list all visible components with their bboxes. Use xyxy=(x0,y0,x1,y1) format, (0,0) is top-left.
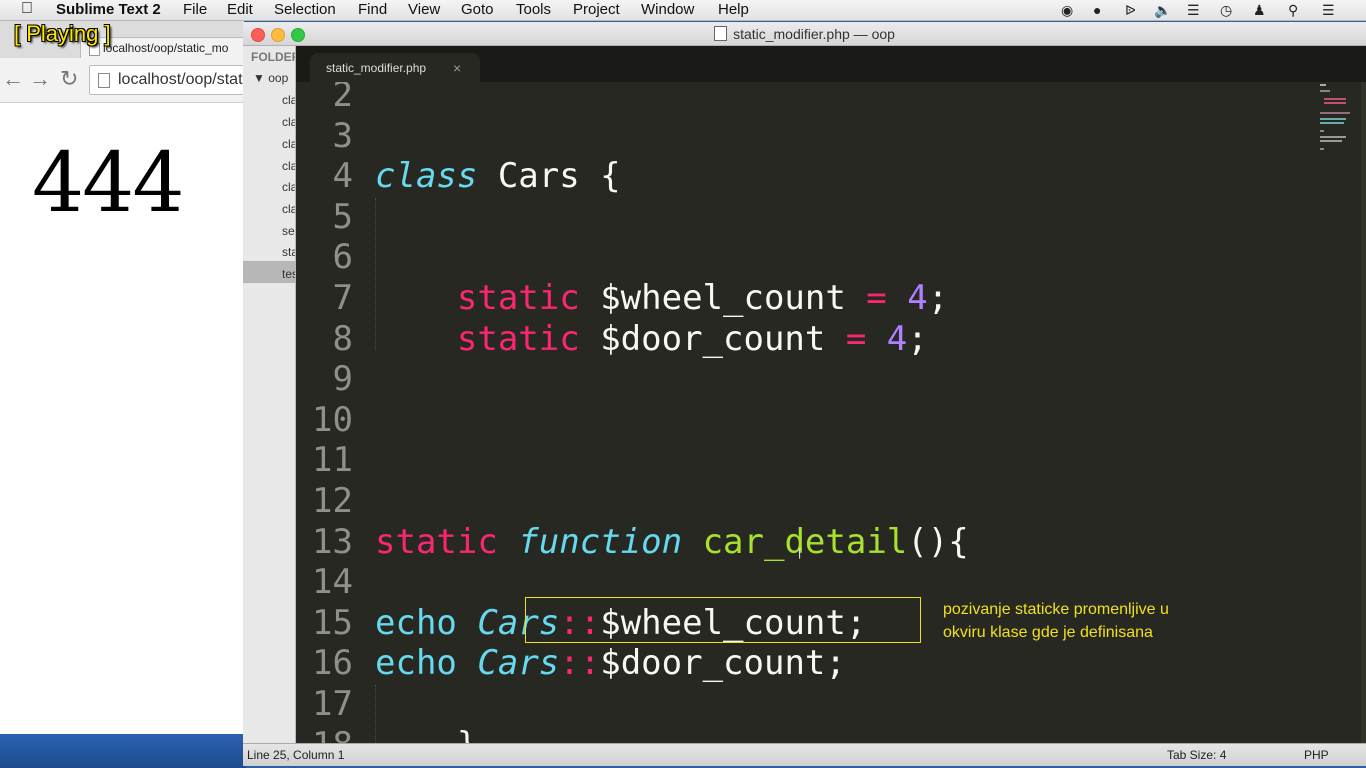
line-number: 7 xyxy=(332,278,353,318)
code-text: class Cars { xyxy=(375,156,621,197)
chat-icon[interactable]: ● xyxy=(1093,2,1101,18)
line-number: 17 xyxy=(312,684,353,724)
line-number: 4 xyxy=(332,156,353,197)
line-number: 2 xyxy=(332,82,353,115)
sidebar-file-item[interactable]: cla xyxy=(282,180,295,194)
browser-toolbar: ← → ↻ localhost/oop/stati xyxy=(0,58,289,103)
indent-guide xyxy=(375,685,376,743)
line-number: 13 xyxy=(312,521,353,562)
desktop-background xyxy=(0,734,246,768)
sidebar-folder-root[interactable]: ▼ oop xyxy=(253,71,288,85)
syntax-selector[interactable]: PHP xyxy=(1304,744,1329,766)
editor-scrollbar[interactable] xyxy=(1361,82,1366,743)
back-arrow-icon[interactable]: ← xyxy=(2,66,24,92)
apple-menu-icon[interactable]:  xyxy=(21,0,33,18)
menu-help[interactable]: Help xyxy=(718,1,749,18)
clock-icon[interactable]: ◷ xyxy=(1220,2,1232,19)
line-number: 16 xyxy=(312,643,353,684)
editor-tabbar: static_modifier.php × xyxy=(296,46,1366,82)
forward-arrow-icon[interactable]: → xyxy=(29,66,51,92)
sidebar-file-item[interactable]: se xyxy=(282,224,295,238)
file-tab[interactable]: static_modifier.php × xyxy=(310,53,480,82)
record-icon[interactable]: ◉ xyxy=(1061,2,1073,19)
window-title: static_modifier.php — oop xyxy=(243,26,1366,42)
wifi-icon[interactable]: ☰ xyxy=(1187,2,1200,19)
code-text: echo Cars::$door_count; xyxy=(375,643,846,684)
line-number: 11 xyxy=(312,440,353,481)
indent-guide xyxy=(375,198,376,350)
menu-project[interactable]: Project xyxy=(573,1,620,18)
line-number: 15 xyxy=(312,602,353,643)
user-icon[interactable]: ♟ xyxy=(1253,2,1266,19)
page-output-text: 444 xyxy=(32,136,185,231)
bluetooth-icon[interactable]: ᐉ xyxy=(1125,2,1136,19)
file-tab-label: static_modifier.php xyxy=(326,61,427,75)
line-number: 5 xyxy=(332,196,353,237)
menu-file[interactable]: File xyxy=(183,1,207,18)
sidebar-header: FOLDER xyxy=(251,50,296,64)
mouse-cursor-icon: ⌈ xyxy=(798,546,803,560)
status-bar: Line 25, Column 1 Tab Size: 4 PHP xyxy=(243,743,1366,766)
app-name-menu[interactable]: Sublime Text 2 xyxy=(56,1,161,18)
line-number: 18 xyxy=(296,725,353,743)
sidebar-file-item[interactable]: cla xyxy=(282,137,295,151)
menu-selection[interactable]: Selection xyxy=(274,1,336,18)
annotation-text: pozivanje staticke promenljive u okviru … xyxy=(943,601,1169,641)
sublime-window: static_modifier.php — oop FOLDER ▼ oop c… xyxy=(243,22,1366,766)
page-icon xyxy=(98,73,110,88)
menu-goto[interactable]: Goto xyxy=(461,1,494,18)
volume-icon[interactable]: 🔈 xyxy=(1154,2,1171,19)
menu-edit[interactable]: Edit xyxy=(227,1,253,18)
window-title-text: static_modifier.php — oop xyxy=(733,26,895,42)
reload-icon[interactable]: ↻ xyxy=(60,66,78,92)
document-icon xyxy=(714,26,728,41)
sidebar-folder-label: oop xyxy=(268,71,289,85)
code-text: } xyxy=(375,725,477,743)
playing-overlay: [ Playing ] xyxy=(14,21,111,46)
browser-tab-title: localhost/oop/static_mo xyxy=(103,41,229,55)
menu-find[interactable]: Find xyxy=(358,1,387,18)
sidebar-file-item-selected[interactable]: sta xyxy=(282,245,295,259)
minimap[interactable] xyxy=(1318,82,1358,152)
line-number: 12 xyxy=(312,481,353,521)
line-number: 3 xyxy=(332,115,353,156)
window-titlebar[interactable]: static_modifier.php — oop xyxy=(243,22,1366,46)
close-tab-icon[interactable]: × xyxy=(453,53,461,83)
sidebar-file-item[interactable]: cla xyxy=(282,115,295,129)
code-editor[interactable]: 2 3 4 class Cars { 5 6 7 static $wheel_count =… xyxy=(296,82,1366,743)
line-number: 9 xyxy=(332,359,353,400)
sidebar: FOLDER ▼ oop cla cla cla cla cla cla se … xyxy=(243,46,296,743)
line-number: 14 xyxy=(312,562,353,603)
sidebar-file-item[interactable]: tes xyxy=(282,267,295,281)
notification-list-icon[interactable]: ☰ xyxy=(1322,2,1335,19)
code-highlight-box xyxy=(525,597,921,643)
sidebar-file-item[interactable]: cla xyxy=(282,159,295,173)
spotlight-search-icon[interactable]: ⚲ xyxy=(1288,2,1298,19)
browser-window: localhost/oop/static_mo ← → ↻ localhost/… xyxy=(0,21,289,734)
line-number: 10 xyxy=(312,399,353,440)
menu-tools[interactable]: Tools xyxy=(516,1,551,18)
code-text: static $wheel_count = 4; xyxy=(456,278,949,318)
line-number: 6 xyxy=(332,237,353,278)
tab-size-selector[interactable]: Tab Size: 4 xyxy=(1167,744,1226,766)
address-bar-url: localhost/oop/stati xyxy=(118,71,247,88)
sidebar-file-item[interactable]: cla xyxy=(282,93,295,107)
menu-bar:  Sublime Text 2 File Edit Selection Fin… xyxy=(0,0,1366,21)
menu-view[interactable]: View xyxy=(408,1,440,18)
sidebar-file-item[interactable]: cla xyxy=(282,202,295,216)
code-text: static $door_count = 4; xyxy=(456,318,928,359)
cursor-position: Line 25, Column 1 xyxy=(247,748,345,762)
menu-window[interactable]: Window xyxy=(641,1,694,18)
line-number: 8 xyxy=(332,318,353,359)
code-text: static function car_detail(){ xyxy=(375,521,969,562)
